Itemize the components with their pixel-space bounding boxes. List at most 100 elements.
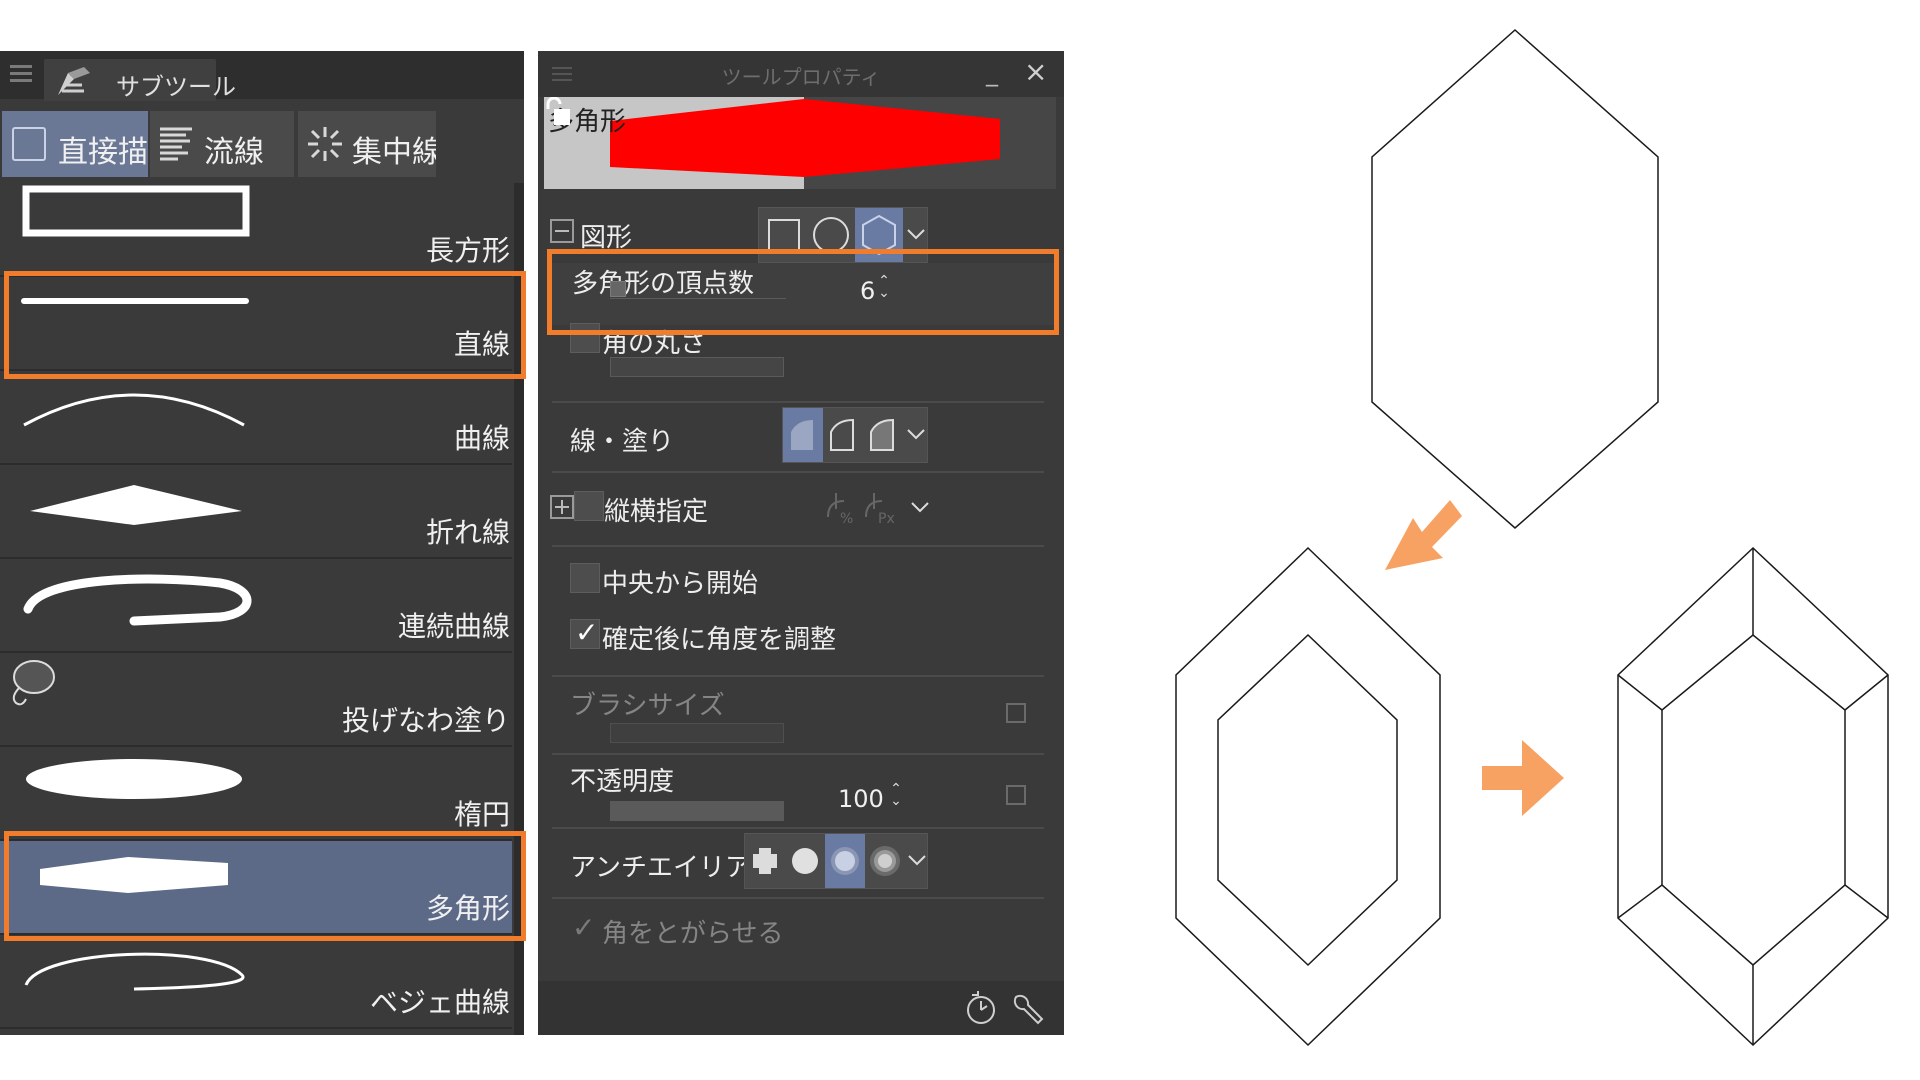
shape-dropdown-button[interactable] — [903, 208, 929, 262]
collapse-minus-icon[interactable] — [550, 219, 574, 243]
antialias-weak-button[interactable] — [785, 834, 825, 888]
svg-text:Px: Px — [878, 511, 895, 527]
shape-circle-button[interactable] — [807, 208, 855, 262]
fill-button[interactable] — [783, 408, 823, 462]
line-stroke-preview — [21, 298, 249, 304]
subtool-item-label: 直線 — [453, 328, 510, 361]
close-button[interactable]: × — [1024, 55, 1047, 88]
arrow-down-left-icon — [1385, 500, 1462, 570]
sharpen-corners-row: ✓ 角をとがらせる — [550, 911, 1056, 953]
chevron-down-icon[interactable] — [908, 495, 932, 519]
arrow-right-icon — [1482, 740, 1564, 816]
square-icon — [768, 219, 800, 251]
sharpen-corners-label: 角をとがらせる — [602, 919, 784, 949]
vertex-count-spinner[interactable]: ⌃ ⌄ — [876, 274, 892, 300]
hexagon-outline — [1371, 28, 1659, 529]
aspect-label: 縦横指定 — [604, 497, 709, 527]
adjust-angle-checkbox[interactable]: ✓ — [570, 616, 600, 649]
svg-text:%: % — [840, 511, 853, 527]
pen-tool-icon — [58, 67, 90, 95]
brush-size-slider — [610, 723, 784, 743]
subtool-item-label: 楕円 — [453, 798, 510, 831]
line-fill-label: 線・塗り — [570, 427, 675, 457]
curve-stroke-preview — [23, 393, 245, 427]
vertex-count-slider[interactable] — [610, 281, 786, 299]
settings-wrench-icon[interactable] — [1008, 989, 1046, 1027]
aspect-ratio-icons: % Px — [827, 493, 895, 527]
rounded-corners-row: 角の丸さ — [550, 323, 1056, 395]
opacity-value[interactable]: 100 — [838, 785, 884, 813]
rounded-corners-checkbox[interactable] — [570, 323, 600, 353]
line-icon — [830, 418, 854, 451]
subtool-item-label: 連続曲線 — [397, 610, 510, 643]
chevron-down-icon — [907, 229, 925, 240]
subtool-item-label: 曲線 — [453, 422, 510, 455]
aspect-row: 縦横指定 % Px — [550, 477, 1056, 539]
weak-icon — [792, 848, 818, 874]
subtool-item-label: 投げなわ塗り — [341, 704, 510, 737]
minimize-button[interactable]: _ — [986, 59, 998, 87]
subtool-scrollbar[interactable] — [514, 183, 524, 1035]
medium-icon — [831, 847, 859, 875]
line-fill-button[interactable] — [863, 408, 903, 462]
subtool-item-polyline[interactable]: 折れ線 — [0, 465, 512, 559]
expand-plus-icon[interactable] — [550, 495, 574, 519]
rounded-corners-slider[interactable] — [610, 357, 784, 377]
shape-button-group — [758, 207, 928, 263]
panel-menu-icon[interactable] — [10, 65, 32, 83]
subtool-item-rectangle[interactable]: 長方形 — [0, 183, 512, 277]
line-button[interactable] — [823, 408, 863, 462]
start-from-center-label: 中央から開始 — [602, 569, 759, 599]
divider — [552, 545, 1044, 547]
subtool-item-continuous-curve[interactable]: 連続曲線 — [0, 559, 512, 653]
antialias-strong-button[interactable] — [865, 834, 905, 888]
subtool-item-straight-line[interactable]: 直線 — [0, 277, 512, 371]
subtool-item-label: ベジェ曲線 — [369, 986, 510, 1019]
none-icon — [753, 848, 777, 874]
opacity-slider[interactable] — [610, 801, 784, 821]
subtool-item-label: 多角形 — [425, 892, 510, 925]
group-tab-focus-lines[interactable]: 集中線 — [298, 111, 436, 177]
group-tab-speed-lines[interactable]: 流線 — [150, 111, 294, 177]
start-from-center-row: 中央から開始 — [550, 563, 1056, 603]
edit-icon[interactable] — [1006, 785, 1026, 805]
line-fill-dropdown[interactable] — [903, 408, 929, 462]
hexagon-icon — [862, 214, 896, 256]
opacity-spinner[interactable]: ⌃ ⌄ — [888, 782, 904, 808]
antialias-medium-button[interactable] — [825, 834, 865, 888]
subtool-item-polygon[interactable]: 多角形 — [0, 841, 512, 935]
chevron-down-icon — [908, 855, 926, 866]
antialias-row: アンチエイリアス — [550, 833, 1056, 891]
subtool-tab[interactable]: サブツール — [44, 59, 236, 101]
antialias-dropdown[interactable] — [905, 834, 929, 888]
focus-lines-icon — [308, 127, 342, 161]
rounded-corners-label: 角の丸さ — [602, 329, 707, 359]
group-tab-label: 流線 — [204, 135, 264, 170]
strong-icon — [870, 846, 900, 876]
reset-icon[interactable] — [962, 989, 1000, 1027]
divider — [552, 675, 1044, 677]
subtool-item-lasso-fill[interactable]: 投げなわ塗り — [0, 653, 512, 747]
shape-square-button[interactable] — [759, 208, 807, 262]
circle-icon — [813, 217, 849, 253]
lock-icon[interactable] — [544, 97, 572, 127]
subtool-item-ellipse[interactable]: 楕円 — [0, 747, 512, 841]
hexagon-with-inner — [1175, 546, 1441, 1047]
start-from-center-checkbox[interactable] — [570, 563, 600, 593]
edit-icon — [1006, 703, 1026, 723]
antialias-none-button[interactable] — [745, 834, 785, 888]
group-tab-direct-draw[interactable]: 直接描画 — [2, 111, 148, 177]
shape-section-label: 図形 — [580, 223, 633, 253]
brush-size-row: ブラシサイズ — [550, 681, 1056, 751]
line-fill-icon — [870, 418, 894, 451]
subtool-item-curve[interactable]: 曲線 — [0, 371, 512, 465]
opacity-row: 不透明度 100 ⌃ ⌄ — [550, 755, 1056, 825]
slider-thumb[interactable] — [610, 281, 626, 297]
vertex-count-value[interactable]: 6 — [860, 277, 875, 305]
subtool-header: サブツール — [0, 51, 524, 101]
subtool-item-bezier-curve[interactable]: ベジェ曲線 — [0, 935, 512, 1029]
polygon-to-gem-diagram — [1175, 28, 1889, 1047]
shape-polygon-button[interactable] — [855, 208, 903, 262]
fill-icon — [791, 420, 813, 450]
aspect-checkbox[interactable] — [574, 491, 604, 521]
